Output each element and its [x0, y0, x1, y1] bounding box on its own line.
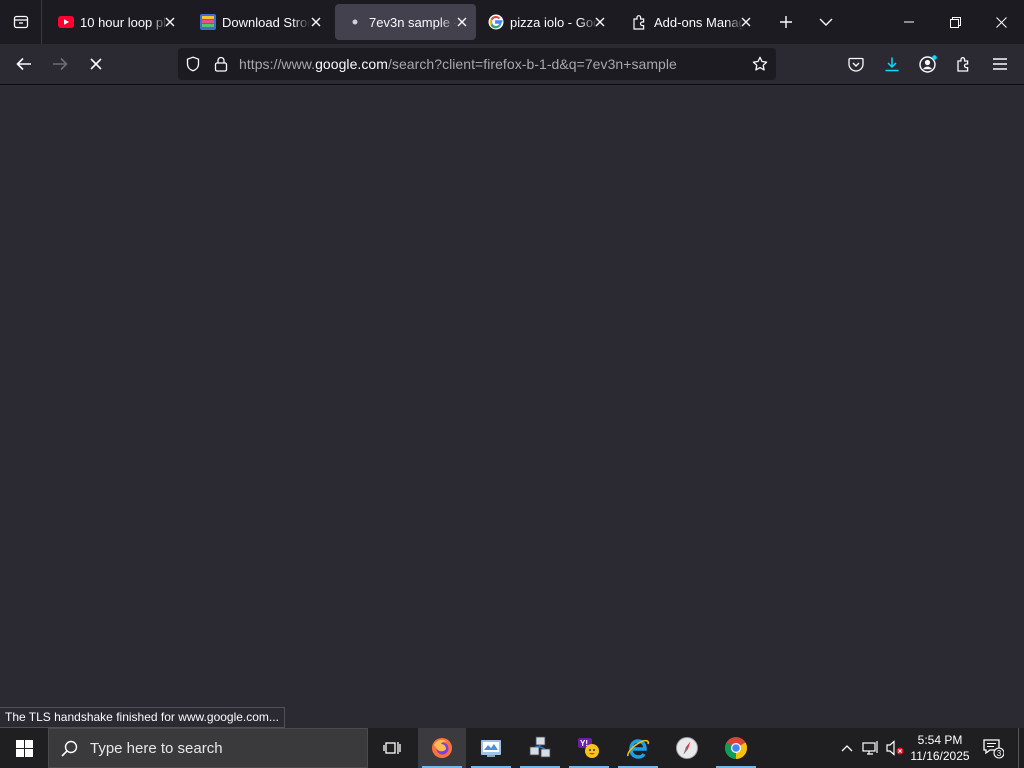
youtube-icon: [58, 14, 74, 30]
close-tab-icon[interactable]: [454, 14, 470, 30]
google-icon: [488, 14, 504, 30]
url-text[interactable]: https://www.google.com/search?client=fir…: [239, 56, 677, 72]
forward-button[interactable]: [44, 48, 76, 80]
notification-count: 3: [997, 749, 1002, 758]
task-view-icon: [383, 742, 401, 754]
notification-icon: 3: [983, 739, 1004, 759]
arrow-left-icon: [16, 57, 31, 71]
close-tab-icon[interactable]: [308, 14, 324, 30]
tab-addons-manager[interactable]: Add-ons Manager: [620, 4, 760, 40]
stop-button[interactable]: [80, 48, 112, 80]
hamburger-menu-icon: [993, 58, 1007, 70]
minimize-icon: [904, 21, 914, 23]
pocket-button[interactable]: [840, 48, 872, 80]
firefox-view-button[interactable]: [0, 0, 42, 44]
stop-x-icon: [90, 58, 102, 70]
close-icon: [995, 16, 1007, 28]
show-hidden-icons-button[interactable]: [836, 728, 858, 768]
tracking-protection-shield-icon[interactable]: [185, 56, 201, 72]
list-all-tabs-button[interactable]: [810, 4, 842, 40]
account-icon: [919, 55, 937, 73]
tab-strip: 10 hour loop playlist Download StrongDC …: [0, 0, 1024, 44]
arrow-right-icon: [53, 57, 68, 71]
lock-icon[interactable]: [213, 56, 229, 72]
loading-dot-icon: [347, 14, 363, 30]
show-desktop-button[interactable]: [1018, 728, 1024, 768]
network-tray-button[interactable]: [860, 728, 882, 768]
tab-7ev3n-sample[interactable]: 7ev3n sample - Google: [335, 4, 476, 40]
restore-icon: [949, 16, 961, 28]
firefox-view-icon: [13, 15, 28, 29]
tab-title: Add-ons Manager: [654, 14, 744, 30]
compass-icon: [676, 737, 698, 759]
speaker-muted-icon: [886, 740, 904, 756]
close-tab-icon[interactable]: [162, 14, 178, 30]
clock-time: 5:54 PM: [917, 733, 963, 747]
page-content-area: [0, 85, 1024, 728]
tab-title: Download StrongDC: [222, 14, 310, 30]
chevron-down-icon: [819, 18, 833, 26]
action-center-button[interactable]: 3: [978, 728, 1008, 768]
plus-icon: [780, 16, 792, 28]
clock-date: 11/16/2025: [910, 749, 970, 763]
chevron-up-icon: [841, 745, 853, 752]
taskbar-search-box[interactable]: Type here to search: [48, 728, 368, 768]
network-tool-icon: [529, 736, 551, 758]
internet-explorer-icon: [627, 739, 650, 759]
download-icon: [885, 57, 899, 72]
close-tab-icon[interactable]: [592, 14, 608, 30]
task-view-button[interactable]: [368, 728, 416, 768]
extensions-button[interactable]: [948, 48, 980, 80]
windows-taskbar: Type here to search Y! 5:54 PM 11/16/202…: [0, 728, 1024, 768]
navigation-toolbar: https://www.google.com/search?client=fir…: [0, 44, 1024, 85]
yahoo-messenger-icon: Y!: [578, 738, 599, 758]
start-button[interactable]: [0, 728, 48, 768]
taskbar-control-panel[interactable]: [467, 728, 515, 768]
close-window-button[interactable]: [978, 0, 1024, 44]
windows-logo-icon: [15, 739, 33, 757]
tab-title: 7ev3n sample - Google: [369, 14, 457, 30]
tab-title: pizza iolo - Google: [510, 14, 598, 30]
taskbar-firefox[interactable]: [418, 728, 466, 768]
search-placeholder: Type here to search: [90, 739, 223, 757]
url-host: google.com: [315, 56, 388, 72]
bookmark-star-icon[interactable]: [752, 56, 768, 72]
status-panel: The TLS handshake finished for www.googl…: [0, 707, 285, 728]
tab-youtube[interactable]: 10 hour loop playlist: [46, 4, 184, 40]
search-icon: [61, 740, 78, 757]
tab-pizza-iolo[interactable]: pizza iolo - Google: [476, 4, 614, 40]
tab-download[interactable]: Download StrongDC: [188, 4, 330, 40]
taskbar-network-tool[interactable]: [516, 728, 564, 768]
puzzle-icon: [957, 57, 969, 72]
account-button[interactable]: [912, 48, 944, 80]
network-icon: [862, 741, 878, 755]
control-panel-icon: [481, 740, 501, 757]
volume-tray-button[interactable]: [884, 728, 906, 768]
firefox-icon: [432, 738, 452, 758]
taskbar-chrome[interactable]: [712, 728, 760, 768]
close-tab-icon[interactable]: [738, 14, 754, 30]
url-scheme: https://www.: [239, 56, 316, 72]
chrome-icon: [725, 737, 747, 759]
restore-button[interactable]: [932, 0, 978, 44]
puzzle-icon: [632, 14, 648, 30]
downloads-button[interactable]: [876, 48, 908, 80]
taskbar-yahoo-messenger[interactable]: Y!: [565, 728, 613, 768]
pocket-icon: [848, 57, 864, 72]
taskbar-clock[interactable]: 5:54 PM 11/16/2025: [906, 732, 974, 764]
address-bar[interactable]: https://www.google.com/search?client=fir…: [178, 48, 776, 80]
back-button[interactable]: [8, 48, 40, 80]
colorful-site-icon: [200, 14, 216, 30]
url-path: /search?client=firefox-b-1-d&q=7ev3n+sam…: [387, 56, 677, 72]
taskbar-compass-app[interactable]: [663, 728, 711, 768]
minimize-button[interactable]: [886, 0, 932, 44]
tab-title: 10 hour loop playlist: [80, 14, 168, 30]
new-tab-button[interactable]: [770, 4, 802, 40]
taskbar-internet-explorer[interactable]: [614, 728, 662, 768]
app-menu-button[interactable]: [984, 48, 1016, 80]
